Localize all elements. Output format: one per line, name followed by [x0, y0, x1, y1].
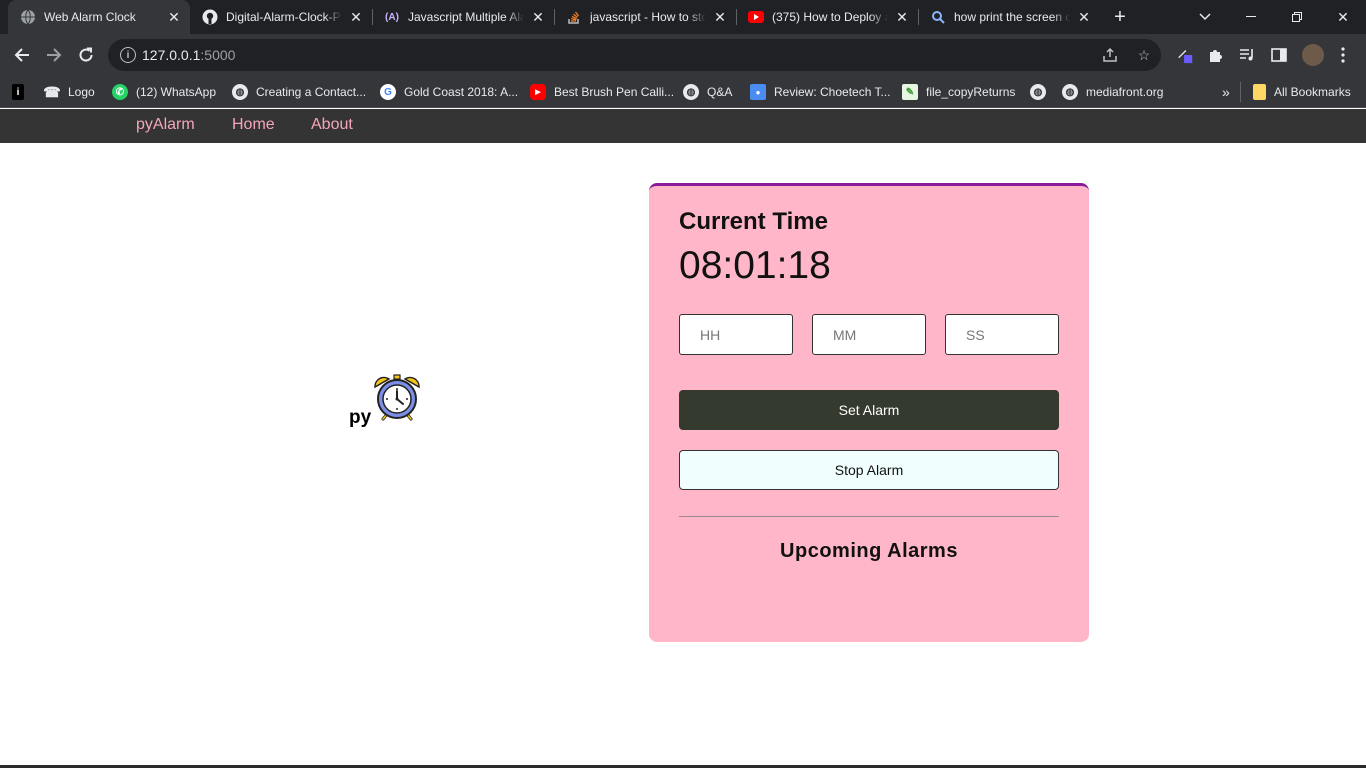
tab-title: how print the screen c [954, 10, 1070, 24]
tab-title: (375) How to Deploy a [772, 10, 888, 24]
share-icon[interactable] [1102, 47, 1118, 63]
search-icon [930, 9, 946, 25]
more-bookmarks-button[interactable]: » [1222, 82, 1230, 102]
star-icon[interactable]: ☆ [1136, 47, 1152, 63]
upcoming-alarms-heading: Upcoming Alarms [780, 540, 958, 562]
current-time-display: 08:01:18 [679, 244, 831, 287]
tab-github[interactable]: Digital-Alarm-Clock-Py ✕ [190, 0, 372, 34]
tab-javascript-multiple[interactable]: (A) Javascript Multiple Ala ✕ [372, 0, 554, 34]
minutes-input[interactable] [812, 314, 926, 355]
tab-youtube[interactable]: (375) How to Deploy a ✕ [736, 0, 918, 34]
tab-search[interactable]: how print the screen c ✕ [918, 0, 1100, 34]
address-bar[interactable]: i 127.0.0.1:5000 ☆ [108, 39, 1161, 71]
bookmark-file-copy[interactable]: ✎ file_copyReturns [902, 82, 1015, 102]
bookmark-app-icon: i [12, 84, 24, 100]
window-close-button[interactable]: ✕ [1320, 0, 1366, 34]
side-panel-icon[interactable] [1270, 46, 1288, 64]
page-content: pyAlarm Home About py Current Time 08:01… [0, 109, 1366, 768]
address-url: 127.0.0.1:5000 [142, 47, 236, 63]
youtube-icon [748, 9, 764, 25]
bookmark-whatsapp[interactable]: ✆ (12) WhatsApp [112, 82, 216, 102]
globe-icon: ◍ [683, 84, 699, 100]
tab-title: Javascript Multiple Ala [408, 10, 524, 24]
bookmarks-bar: i ☎ Logo ✆ (12) WhatsApp ◍ Creating a Co… [0, 76, 1366, 108]
tab-title: javascript - How to sto [590, 10, 706, 24]
pyalarm-logo: py [349, 373, 425, 433]
tab-strip: Web Alarm Clock ✕ Digital-Alarm-Clock-Py… [0, 0, 1366, 34]
back-arrow-icon[interactable] [10, 43, 34, 67]
media-queue-icon[interactable] [1238, 46, 1256, 64]
divider [679, 516, 1059, 517]
bookmark-blue-icon: ● [750, 84, 766, 100]
google-icon: G [380, 84, 396, 100]
stop-alarm-button[interactable]: Stop Alarm [679, 450, 1059, 490]
phone-icon: ☎ [43, 83, 61, 100]
profile-avatar[interactable] [1302, 44, 1324, 66]
menu-dots-icon[interactable] [1334, 46, 1352, 64]
stackoverflow-icon [566, 9, 582, 25]
tab-title: Digital-Alarm-Clock-Py [226, 10, 342, 24]
tab-web-alarm-clock[interactable]: Web Alarm Clock ✕ [8, 0, 190, 34]
tab-search-dropdown-icon[interactable] [1182, 0, 1228, 34]
bookmark-review[interactable]: ● Review: Choetech T... [750, 82, 891, 102]
bookmark-mediafront[interactable]: ◍ mediafront.org [1062, 82, 1163, 102]
new-tab-button[interactable]: + [1108, 5, 1132, 29]
tab-stackoverflow[interactable]: javascript - How to sto ✕ [554, 0, 736, 34]
seconds-input[interactable] [945, 314, 1059, 355]
bookmark-green-icon: ✎ [902, 84, 918, 100]
browser-toolbar: i 127.0.0.1:5000 ☆ [0, 34, 1366, 76]
site-navbar: pyAlarm Home About [0, 109, 1366, 143]
alarm-clock-icon [374, 374, 420, 421]
alarm-card: Current Time 08:01:18 Set Alarm Stop Ala… [649, 183, 1089, 642]
bookmarks-divider [1240, 82, 1241, 102]
extensions-puzzle-icon[interactable] [1207, 46, 1225, 64]
nav-about-link[interactable]: About [311, 116, 353, 134]
bookmark-globe[interactable]: ◍ [1030, 82, 1054, 102]
github-icon [202, 9, 218, 25]
restore-button[interactable] [1274, 0, 1320, 34]
nav-brand-link[interactable]: pyAlarm [136, 116, 195, 134]
forward-arrow-icon[interactable] [42, 43, 66, 67]
minimize-button[interactable] [1228, 0, 1274, 34]
hours-input[interactable] [679, 314, 793, 355]
close-icon[interactable]: ✕ [166, 9, 182, 25]
site-info-icon[interactable]: i [120, 47, 136, 63]
extension-pen-icon[interactable] [1176, 46, 1194, 64]
globe-icon: ◍ [232, 84, 248, 100]
whatsapp-icon: ✆ [112, 84, 128, 100]
bookmark-creating-contact[interactable]: ◍ Creating a Contact... [232, 82, 366, 102]
reload-icon[interactable] [74, 43, 98, 67]
set-alarm-button[interactable]: Set Alarm [679, 390, 1059, 430]
current-time-heading: Current Time [679, 208, 828, 235]
close-icon[interactable]: ✕ [712, 9, 728, 25]
bookmark-app[interactable]: i [12, 82, 32, 102]
close-icon[interactable]: ✕ [530, 9, 546, 25]
youtube-icon: ▶ [530, 84, 546, 100]
globe-icon [20, 9, 36, 25]
tab-title: Web Alarm Clock [44, 10, 136, 24]
nav-home-link[interactable]: Home [232, 116, 275, 134]
bookmark-qa[interactable]: ◍ Q&A [683, 82, 732, 102]
globe-icon: ◍ [1062, 84, 1078, 100]
bookmark-logo[interactable]: ☎ Logo [43, 82, 94, 102]
globe-icon: ◍ [1030, 84, 1046, 100]
close-icon[interactable]: ✕ [1076, 9, 1092, 25]
code-icon: (A) [385, 11, 399, 23]
folder-icon [1253, 84, 1266, 100]
bookmark-gold-coast[interactable]: G Gold Coast 2018: A... [380, 82, 518, 102]
close-icon[interactable]: ✕ [348, 9, 364, 25]
all-bookmarks-folder[interactable]: All Bookmarks [1253, 82, 1351, 102]
close-icon[interactable]: ✕ [894, 9, 910, 25]
bookmark-brush-pen[interactable]: ▶ Best Brush Pen Calli... [530, 82, 674, 102]
logo-text: py [349, 407, 372, 428]
